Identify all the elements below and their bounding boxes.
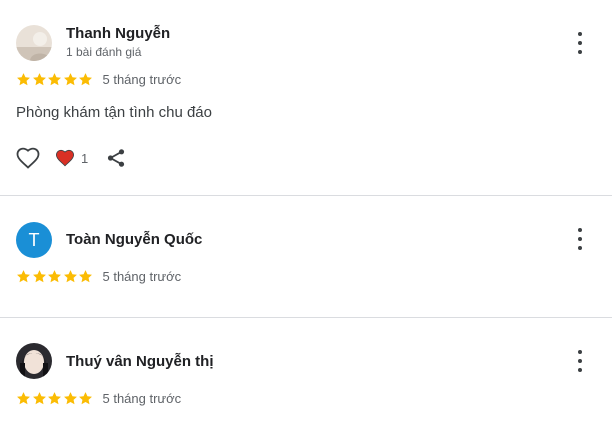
reviewer-name[interactable]: Toàn Nguyễn Quốc: [66, 231, 202, 248]
avatar[interactable]: T: [16, 222, 52, 258]
like-button[interactable]: [16, 147, 40, 169]
share-button[interactable]: [106, 148, 126, 168]
star-icon: [79, 73, 92, 86]
heart-outline-icon: [16, 147, 40, 169]
reaction-button[interactable]: 1: [55, 149, 88, 167]
avatar-letter: T: [28, 229, 40, 250]
reviewer-name[interactable]: Thuý vân Nguyễn thị: [66, 353, 214, 370]
star-icon: [63, 73, 77, 86]
more-options-icon: [578, 228, 582, 232]
star-icon: [32, 73, 46, 86]
more-options-button[interactable]: [574, 228, 586, 250]
review-time: 5 tháng trước: [102, 391, 182, 406]
more-options-button[interactable]: [574, 32, 586, 54]
star-icon: [17, 392, 30, 405]
star-icon: [79, 270, 92, 283]
review-actions: 1: [16, 147, 126, 169]
review-time: 5 tháng trước: [102, 72, 182, 87]
star-icon: [48, 270, 61, 283]
photo-icon: [16, 343, 52, 379]
avatar[interactable]: [16, 343, 52, 379]
photo-icon: [16, 25, 52, 61]
heart-filled-icon: [55, 149, 75, 167]
star-icon: [32, 392, 46, 405]
avatar[interactable]: [16, 25, 52, 61]
star-icon: [17, 270, 30, 283]
rating-row: 5 tháng trước: [16, 269, 181, 284]
reaction-count: 1: [81, 150, 89, 166]
divider: [0, 317, 612, 318]
share-icon: [108, 149, 125, 167]
star-rating: [16, 269, 94, 284]
review-text: Phòng khám tận tình chu đáo: [16, 104, 212, 121]
star-icon: [17, 73, 30, 86]
star-icon: [48, 73, 61, 86]
star-icon: [63, 392, 77, 405]
star-rating: [16, 391, 94, 406]
star-icon: [63, 270, 77, 283]
more-options-icon: [578, 350, 582, 354]
star-rating: [16, 72, 94, 87]
divider: [0, 195, 612, 196]
review-count[interactable]: 1 bài đánh giá: [66, 45, 141, 59]
more-options-button[interactable]: [574, 350, 586, 372]
rating-row: 5 tháng trước: [16, 72, 181, 87]
review-time: 5 tháng trước: [102, 269, 182, 284]
star-icon: [32, 270, 46, 283]
star-icon: [48, 392, 61, 405]
more-options-icon: [578, 32, 582, 36]
rating-row: 5 tháng trước: [16, 391, 181, 406]
star-icon: [79, 392, 92, 405]
reviewer-name[interactable]: Thanh Nguyễn: [66, 25, 170, 42]
